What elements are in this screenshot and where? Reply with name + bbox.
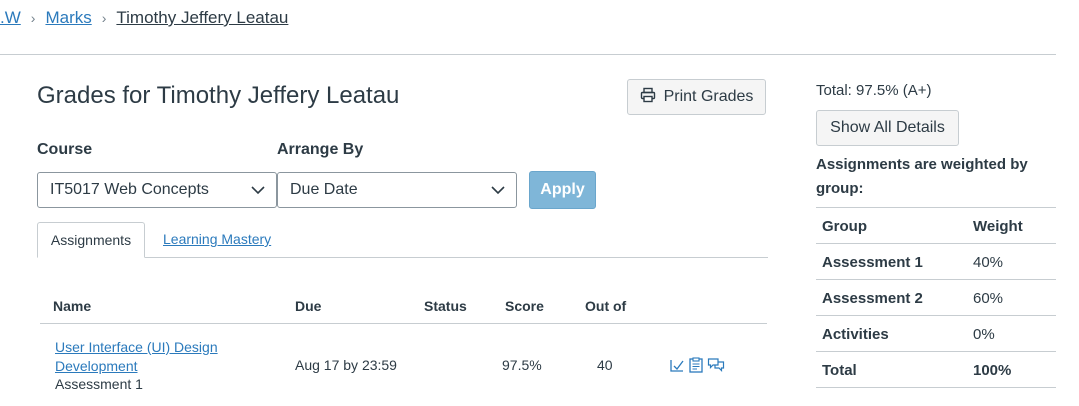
- weights-group: Assessment 2: [822, 290, 923, 307]
- weights-row: Assessment 1 40%: [816, 243, 1056, 279]
- weighted-note: Assignments are weighted by group:: [816, 156, 1028, 197]
- column-header-due: Due: [295, 298, 322, 314]
- weights-table: Group Weight Assessment 1 40% Assessment…: [816, 207, 1056, 388]
- weights-total-row: Total 100%: [816, 351, 1056, 387]
- header-divider: [0, 54, 1056, 55]
- column-header-status: Status: [424, 298, 467, 314]
- weights-row: Assessment 2 60%: [816, 279, 1056, 315]
- weights-total-group: Total: [822, 362, 857, 379]
- weights-header-group: Group: [822, 218, 867, 235]
- total-grade: Total: 97.5% (A+): [816, 82, 932, 99]
- comments-icon[interactable]: [707, 357, 725, 378]
- breadcrumb-marks-link[interactable]: Marks: [45, 8, 91, 28]
- weights-row: Activities 0%: [816, 315, 1056, 351]
- chevron-down-icon: [250, 182, 266, 203]
- column-header-name: Name: [53, 298, 92, 314]
- printer-icon: [640, 87, 656, 108]
- weights-table-end: [816, 387, 1056, 388]
- breadcrumb: .W › Marks › Timothy Jeffery Leatau: [0, 6, 288, 30]
- score: 97.5%: [502, 357, 542, 373]
- apply-button[interactable]: Apply: [529, 171, 596, 209]
- course-label: Course: [37, 141, 93, 158]
- weights-header-weight: Weight: [973, 218, 1023, 235]
- rubric-icon[interactable]: [669, 357, 685, 378]
- out-of: 40: [597, 357, 613, 373]
- show-all-details-button[interactable]: Show All Details: [816, 110, 959, 146]
- arrange-by-select-value: Due Date: [290, 181, 358, 198]
- column-header-out-of: Out of: [585, 298, 627, 314]
- assignment-name-line2: Development: [55, 358, 138, 374]
- weights-total-value: 100%: [973, 362, 1012, 379]
- assignment-name-line1: User Interface (UI) Design: [55, 339, 218, 355]
- course-select[interactable]: IT5017 Web Concepts: [37, 172, 277, 208]
- print-grades-label: Print Grades: [663, 88, 754, 105]
- weights-header-row: Group Weight: [816, 207, 1056, 243]
- breadcrumb-student-link[interactable]: Timothy Jeffery Leatau: [116, 8, 288, 28]
- tab-learning-mastery[interactable]: Learning Mastery: [163, 231, 271, 247]
- weights-group: Assessment 1: [822, 254, 923, 271]
- due-date: Aug 17 by 23:59: [295, 357, 397, 373]
- breadcrumb-course-link[interactable]: .W: [0, 8, 21, 28]
- row-icons: [669, 357, 725, 378]
- page-title: Grades for Timothy Jeffery Leatau: [37, 82, 400, 109]
- chevron-right-icon: ›: [101, 10, 107, 26]
- column-header-score: Score: [505, 298, 544, 314]
- submission-details-icon[interactable]: [688, 357, 704, 378]
- course-select-value: IT5017 Web Concepts: [50, 181, 209, 198]
- chevron-right-icon: ›: [30, 10, 36, 26]
- tab-assignments[interactable]: Assignments: [37, 222, 145, 258]
- chevron-down-icon: [490, 182, 506, 203]
- table-header-divider: [40, 323, 767, 324]
- arrange-by-label: Arrange By: [277, 141, 364, 158]
- weights-value: 60%: [973, 290, 1004, 307]
- weights-value: 40%: [973, 254, 1004, 271]
- assignment-group: Assessment 1: [55, 376, 143, 392]
- tabs-divider: [37, 257, 768, 258]
- print-grades-button[interactable]: Print Grades: [627, 79, 766, 115]
- assignment-link[interactable]: User Interface (UI) Design Development: [55, 338, 235, 376]
- weights-value: 0%: [973, 326, 995, 343]
- arrange-by-select[interactable]: Due Date: [277, 172, 517, 208]
- weights-group: Activities: [822, 326, 889, 343]
